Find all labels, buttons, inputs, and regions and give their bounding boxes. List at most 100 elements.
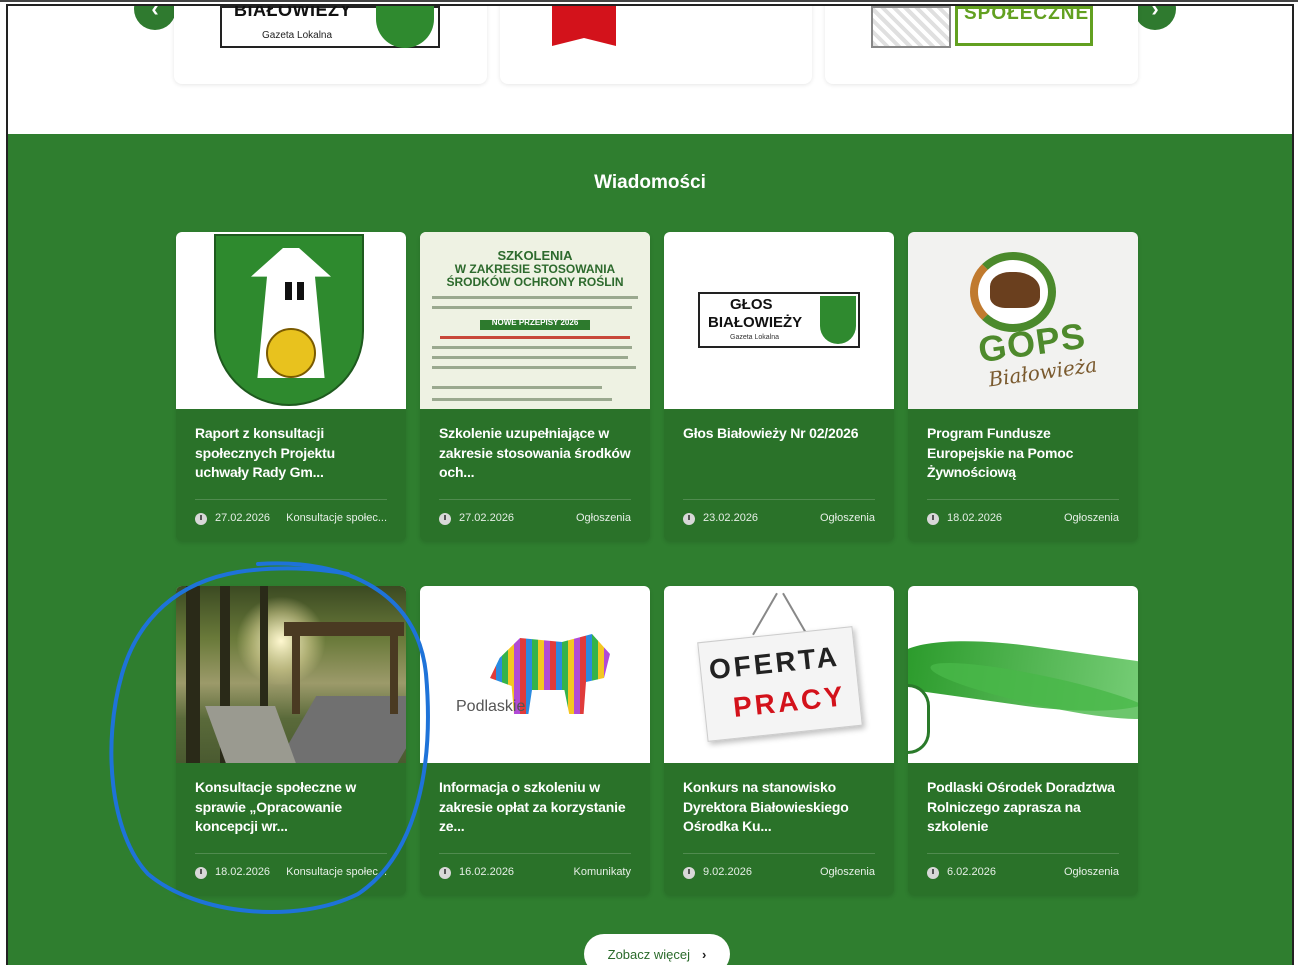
clock-icon [927,513,939,525]
section-title: Wiadomości [594,172,706,193]
clock-icon [683,513,695,525]
emblem-icon [908,684,930,754]
news-title[interactable]: Informacja o szkoleniu w zakresie opłat … [439,778,635,837]
divider [439,499,631,500]
news-image: GOPS Białowieża [908,232,1138,409]
news-category[interactable]: Ogłoszenia [1064,512,1119,524]
partner-card-ribbon[interactable] [500,6,812,84]
sign-text: PRACY [731,680,848,723]
job-offer-sign: OFERTA PRACY [697,626,863,742]
news-date: 9.02.2026 [703,866,752,878]
news-meta: 9.02.2026 Ogłoszenia [683,865,875,881]
poster-subheading: W ZAKRESIE STOSOWANIA [454,262,616,276]
news-date: 27.02.2026 [459,512,515,524]
news-meta: 27.02.2026 Konsultacje społec... [195,511,387,527]
forest-photo [176,586,406,763]
clock-icon [195,513,207,525]
clock-icon [683,867,695,879]
news-category[interactable]: Ogłoszenia [820,866,875,878]
divider [683,853,875,854]
red-ribbon-icon [552,6,616,46]
news-meta: 6.02.2026 Ogłoszenia [927,865,1119,881]
news-date: 6.02.2026 [947,866,996,878]
logo-title: BIAŁOWIEŻY [234,4,352,20]
browser-viewport: ‹ › BIAŁOWIEŻY Gazeta Lokalna SPOŁECZNE … [6,4,1294,965]
window-top-border [0,0,1298,2]
news-title[interactable]: Szkolenie uzupełniające w zakresie stoso… [439,424,635,483]
news-image [176,232,406,409]
news-category[interactable]: Ogłoszenia [1064,866,1119,878]
poster-heading: SZKOLENIA [497,248,573,263]
news-title[interactable]: Program Fundusze Europejskie na Pomoc Ży… [927,424,1123,483]
glos-logo: GŁOS BIAŁOWIEŻY Gazeta Lokalna [698,292,860,348]
news-image: GŁOS BIAŁOWIEŻY Gazeta Lokalna [664,232,894,409]
carousel-prev-button[interactable]: ‹ [134,4,176,30]
see-more-button[interactable]: Zobacz więcej › [584,934,730,965]
news-title[interactable]: Raport z konsultacji społecznych Projekt… [195,424,391,483]
news-meta: 18.02.2026 Ogłoszenia [927,511,1119,527]
logo-title: GŁOS [730,296,773,313]
news-title[interactable]: Głos Białowieży Nr 02/2026 [683,424,879,444]
logo-title: Podlaskie [456,698,526,715]
clock-icon [927,867,939,879]
news-meta: 27.02.2026 Ogłoszenia [439,511,631,527]
news-meta: 16.02.2026 Komunikaty [439,865,631,881]
sign-text: OFERTA [707,640,842,686]
news-category[interactable]: Ogłoszenia [576,512,631,524]
news-card[interactable]: SZKOLENIA W ZAKRESIE STOSOWANIA ŚRODKÓW … [420,232,650,541]
coat-of-arms-icon [376,6,434,48]
divider [927,853,1119,854]
news-image: OFERTA PRACY [664,586,894,763]
news-image: Podlaskie [420,586,650,763]
map-icon [871,6,951,48]
divider [683,499,875,500]
partners-carousel: ‹ › BIAŁOWIEŻY Gazeta Lokalna SPOŁECZNE [8,6,1292,134]
clock-icon [439,513,451,525]
news-category[interactable]: Konsultacje społec... [286,866,387,878]
news-category[interactable]: Komunikaty [574,866,631,878]
news-category[interactable]: Ogłoszenia [820,512,875,524]
news-section: Wiadomości Raport z konsultacji społeczn… [8,134,1292,965]
clock-icon [439,867,451,879]
logo-title: BIAŁOWIEŻY [708,314,803,331]
news-card[interactable]: Konsultacje społeczne w sprawie „Opracow… [176,586,406,895]
news-meta: 23.02.2026 Ogłoszenia [683,511,875,527]
divider [439,853,631,854]
news-date: 18.02.2026 [947,512,1003,524]
news-image: SZKOLENIA W ZAKRESIE STOSOWANIA ŚRODKÓW … [420,232,650,409]
news-card[interactable]: Podlaskie Informacja o szkoleniu w zakre… [420,586,650,895]
clock-icon [195,867,207,879]
news-card[interactable]: Podlaski Ośrodek Doradztwa Rolniczego za… [908,586,1138,895]
news-title[interactable]: Podlaski Ośrodek Doradztwa Rolniczego za… [927,778,1123,837]
news-date: 27.02.2026 [215,512,271,524]
carousel-next-button[interactable]: › [1134,4,1176,30]
divider [927,499,1119,500]
news-title[interactable]: Konsultacje społeczne w sprawie „Opracow… [195,778,391,837]
see-more-label: Zobacz więcej [607,946,691,962]
news-date: 16.02.2026 [459,866,515,878]
chevron-right-icon: › [1151,4,1159,21]
glos-logo: BIAŁOWIEŻY Gazeta Lokalna [220,6,440,48]
news-card[interactable]: GŁOS BIAŁOWIEŻY Gazeta Lokalna Głos Biał… [664,232,894,541]
news-card[interactable]: Raport z konsultacji społecznych Projekt… [176,232,406,541]
news-date: 23.02.2026 [703,512,759,524]
chevron-right-icon: › [702,946,707,962]
coat-of-arms-icon [214,234,364,406]
news-card[interactable]: GOPS Białowieża Program Fundusze Europej… [908,232,1138,541]
spoleczne-logo: SPOŁECZNE [871,6,1093,50]
partner-card-spoleczne[interactable]: SPOŁECZNE [825,6,1138,84]
logo-subtitle: Gazeta Lokalna [730,334,780,341]
partner-card-glos[interactable]: BIAŁOWIEŻY Gazeta Lokalna [174,6,487,84]
news-image [176,586,406,763]
news-category[interactable]: Konsultacje społec... [286,512,387,524]
news-title[interactable]: Konkurs na stanowisko Dyrektora Białowie… [683,778,879,837]
divider [195,853,387,854]
news-card[interactable]: OFERTA PRACY Konkurs na stanowisko Dyrek… [664,586,894,895]
coat-of-arms-icon [820,296,856,344]
logo-subtitle: Gazeta Lokalna [262,30,333,41]
news-meta: 18.02.2026 Konsultacje społec... [195,865,387,881]
logo-title: SPOŁECZNE [964,4,1090,24]
chevron-left-icon: ‹ [151,4,159,21]
news-date: 18.02.2026 [215,866,271,878]
bison-icon [990,272,1040,308]
